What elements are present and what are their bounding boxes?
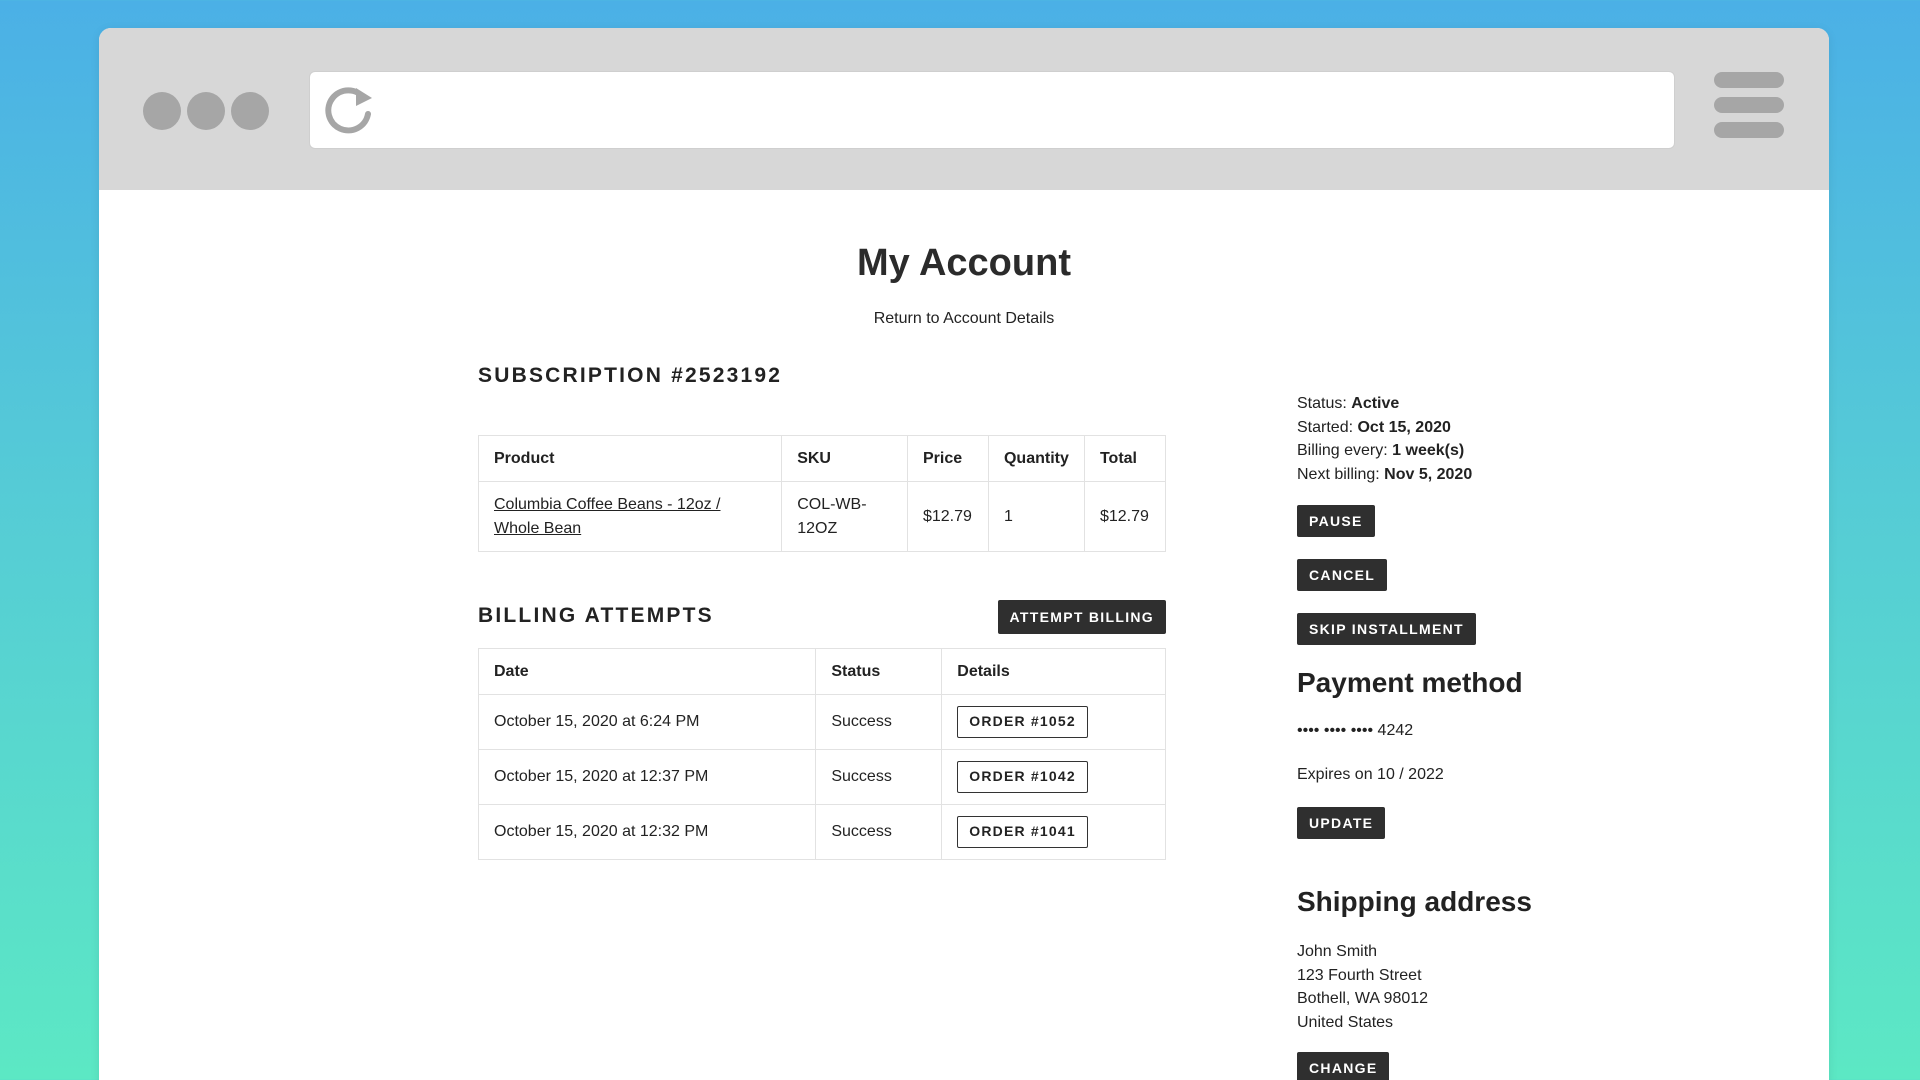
details-cell: ORDER #1042: [941, 749, 1166, 805]
address-city: Bothell, WA 98012: [1297, 990, 1429, 1007]
change-address-button[interactable]: CHANGE: [1297, 1052, 1390, 1080]
table-row: Columbia Coffee Beans - 12oz / Whole Bean…: [477, 481, 1167, 552]
window-dot-maximize[interactable]: [231, 92, 269, 130]
product-link[interactable]: Columbia Coffee Beans - 12oz / Whole Bean: [494, 496, 721, 537]
table-row: October 15, 2020 at 12:32 PM Success ORD…: [477, 804, 1166, 860]
subscription-title: SUBSCRIPTION #2523192: [478, 364, 783, 387]
started-value: Oct 15, 2020: [1357, 418, 1451, 436]
window-dot-close[interactable]: [143, 92, 181, 130]
address-name: John Smith: [1297, 943, 1378, 960]
address-bar[interactable]: [309, 71, 1675, 149]
billing-header: BILLING ATTEMPTS ATTEMPT BILLING: [478, 600, 1166, 634]
reload-icon[interactable]: [322, 84, 376, 138]
window-dot-minimize[interactable]: [187, 92, 225, 130]
total-cell: $12.79: [1083, 481, 1167, 552]
billing-attempts-title: BILLING ATTEMPTS: [478, 604, 714, 627]
shipping-address-title: Shipping address: [1297, 886, 1532, 917]
hamburger-menu-icon[interactable]: [1714, 72, 1784, 144]
address-street: 123 Fourth Street: [1297, 966, 1422, 984]
billing-attempts-table: Date Status Details October 15, 2020 at …: [477, 648, 1166, 860]
next-billing-label: Next billing:: [1297, 465, 1380, 483]
started-line: Started: Oct 15, 2020: [1297, 416, 1717, 440]
sku-cell: COL-WB- 12OZ: [781, 481, 908, 552]
card-expiry: Expires on 10 / 2022: [1297, 766, 1444, 783]
status-value: Active: [1351, 395, 1400, 412]
table-row: October 15, 2020 at 12:37 PM Success ORD…: [477, 749, 1166, 805]
column-header-status: Status: [815, 648, 943, 695]
status-cell: Success: [815, 694, 943, 750]
card-number: •••• •••• •••• 4242: [1297, 722, 1414, 739]
column-header-date: Date: [477, 648, 817, 695]
product-name-line2: Whole Bean: [494, 519, 582, 537]
pause-button[interactable]: PAUSE: [1297, 505, 1375, 537]
shipping-address: John Smith 123 Fourth Street Bothell, WA…: [1297, 940, 1428, 1034]
subscription-panel: SUBSCRIPTION #2523192 Product SKU Price …: [477, 364, 1167, 860]
column-header-details: Details: [941, 648, 1166, 695]
table-row: October 15, 2020 at 6:24 PM Success ORDE…: [477, 694, 1166, 750]
attempt-billing-button[interactable]: ATTEMPT BILLING: [997, 600, 1166, 634]
order-button[interactable]: ORDER #1041: [957, 816, 1088, 848]
menu-bar: [1714, 97, 1784, 113]
window-controls: [143, 92, 269, 130]
status-cell: Success: [815, 804, 943, 860]
status-line: Status: Active: [1297, 392, 1717, 416]
column-header-price: Price: [906, 435, 989, 482]
skip-installment-button[interactable]: SKIP INSTALLMENT: [1297, 613, 1476, 645]
product-cell: Columbia Coffee Beans - 12oz / Whole Bean: [477, 481, 783, 552]
date-cell: October 15, 2020 at 6:24 PM: [477, 694, 817, 750]
sku-line2: 12OZ: [797, 519, 838, 537]
next-billing-value: Nov 5, 2020: [1384, 465, 1473, 483]
column-header-total: Total: [1083, 435, 1167, 482]
menu-bar: [1714, 122, 1784, 138]
page-title: My Account: [857, 242, 1071, 284]
started-label: Started:: [1297, 418, 1354, 436]
column-header-quantity: Quantity: [987, 435, 1085, 482]
browser-chrome: [99, 28, 1829, 190]
table-header-row: Product SKU Price Quantity Total: [477, 435, 1167, 482]
next-billing-line: Next billing: Nov 5, 2020: [1297, 463, 1717, 487]
return-to-account-link[interactable]: Return to Account Details: [99, 310, 1829, 328]
details-cell: ORDER #1041: [941, 804, 1166, 860]
status-cell: Success: [815, 749, 943, 805]
status-label: Status:: [1297, 395, 1347, 412]
date-cell: October 15, 2020 at 12:37 PM: [477, 749, 817, 805]
menu-bar: [1714, 72, 1784, 88]
payment-method-title: Payment method: [1297, 667, 1523, 698]
cancel-button[interactable]: CANCEL: [1297, 559, 1388, 591]
browser-window: My Account Return to Account Details SUB…: [99, 28, 1829, 1080]
column-header-sku: SKU: [781, 435, 908, 482]
subscription-details-panel: Status: Active Started: Oct 15, 2020 Bil…: [1297, 392, 1717, 1080]
details-cell: ORDER #1052: [941, 694, 1166, 750]
product-name-line1: Columbia Coffee Beans - 12oz /: [494, 495, 721, 513]
table-header-row: Date Status Details: [477, 648, 1166, 695]
order-button[interactable]: ORDER #1042: [957, 761, 1088, 793]
subscription-table: Product SKU Price Quantity Total Columbi…: [477, 435, 1167, 552]
billing-frequency-label: Billing every:: [1297, 442, 1388, 459]
billing-frequency-value: 1 week(s): [1392, 442, 1465, 459]
date-cell: October 15, 2020 at 12:32 PM: [477, 804, 817, 860]
billing-frequency-line: Billing every: 1 week(s): [1297, 439, 1717, 463]
sku-line1: COL-WB-: [797, 495, 867, 513]
order-button[interactable]: ORDER #1052: [957, 706, 1088, 738]
price-cell: $12.79: [906, 481, 989, 552]
quantity-cell: 1: [987, 481, 1085, 552]
address-country: United States: [1297, 1013, 1394, 1031]
column-header-product: Product: [477, 435, 783, 482]
update-payment-button[interactable]: UPDATE: [1297, 807, 1386, 839]
